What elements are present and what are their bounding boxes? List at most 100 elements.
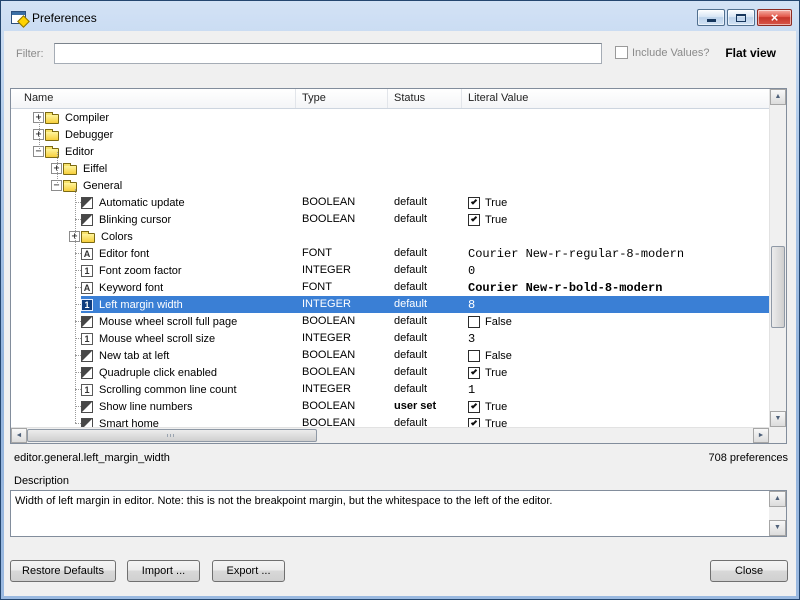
tree-row[interactable]: Smart homeBOOLEANdefaultTrue (11, 415, 769, 427)
vertical-scroll-thumb[interactable] (771, 246, 785, 329)
import-button[interactable]: Import ... (127, 560, 200, 582)
filter-input[interactable] (54, 43, 602, 64)
scroll-left-button[interactable]: ◄ (11, 428, 27, 443)
tree-row[interactable]: 1Left margin widthINTEGERdefault8 (11, 296, 769, 313)
pref-value: 1 (462, 381, 769, 398)
column-header-literal-value[interactable]: Literal Value (462, 89, 769, 108)
scroll-down-button[interactable]: ▼ (770, 411, 786, 427)
tree-row[interactable]: AEditor fontFONTdefaultCourier New-r-reg… (11, 245, 769, 262)
tree-rows: +Compiler+Debugger−Editor+Eiffel−General… (11, 109, 769, 427)
pref-value-text: Courier New-r-regular-8-modern (468, 247, 684, 261)
status-row: editor.general.left_margin_width 708 pre… (14, 452, 788, 468)
tree-row[interactable]: 1Font zoom factorINTEGERdefault0 (11, 262, 769, 279)
pref-value-text: True (485, 214, 507, 226)
pref-name-label: Smart home (97, 418, 161, 428)
tree-row[interactable]: +Compiler (11, 109, 769, 126)
pref-name-label: Eiffel (81, 163, 109, 175)
pref-name-label: Scrolling common line count (97, 384, 239, 396)
include-values-checkbox[interactable] (615, 46, 628, 59)
pref-value-text: True (485, 197, 507, 209)
checkbox-unchecked-icon[interactable] (468, 350, 480, 362)
check-mark-icon (471, 402, 477, 408)
close-icon: × (758, 10, 791, 25)
folder-icon (81, 233, 95, 243)
description-label: Description (14, 475, 69, 487)
preferences-window-icon (11, 11, 26, 24)
pref-name-label: Editor (63, 146, 96, 158)
pref-name-label: Font zoom factor (97, 265, 184, 277)
checkbox-checked-icon[interactable] (468, 401, 480, 413)
pref-value (462, 177, 769, 194)
pref-type (296, 160, 388, 177)
tree-row[interactable]: New tab at leftBOOLEANdefaultFalse (11, 347, 769, 364)
tree-indent (11, 364, 69, 381)
name-cell: 1Scrolling common line count (11, 381, 296, 398)
pref-value: Courier New-r-bold-8-modern (462, 279, 769, 296)
tree-row[interactable]: Mouse wheel scroll full pageBOOLEANdefau… (11, 313, 769, 330)
pref-type: BOOLEAN (296, 313, 388, 330)
minimize-button[interactable] (697, 9, 725, 26)
pref-status: default (388, 211, 462, 228)
pref-status: default (388, 296, 462, 313)
tree-row[interactable]: +Debugger (11, 126, 769, 143)
horizontal-scrollbar[interactable]: ◄ ► (11, 427, 769, 443)
description-scroll-track[interactable] (769, 507, 786, 520)
description-scroll-up-button[interactable]: ▲ (769, 491, 786, 507)
tree-indent (11, 398, 69, 415)
scroll-right-button[interactable]: ► (753, 428, 769, 443)
pref-value: False (462, 313, 769, 330)
tree-row[interactable]: Automatic updateBOOLEANdefaultTrue (11, 194, 769, 211)
pref-type: BOOLEAN (296, 398, 388, 415)
pref-status: default (388, 364, 462, 381)
selected-preference-path: editor.general.left_margin_width (14, 452, 170, 464)
close-button[interactable]: Close (710, 560, 788, 582)
scroll-up-button[interactable]: ▲ (770, 89, 786, 105)
pref-value-text: True (485, 367, 507, 379)
pref-name-label: Editor font (97, 248, 151, 260)
tree-row[interactable]: +Eiffel (11, 160, 769, 177)
include-values-label: Include Values? (632, 47, 709, 59)
tree-row[interactable]: +Colors (11, 228, 769, 245)
checkbox-checked-icon[interactable] (468, 418, 480, 428)
column-header-name[interactable]: Name (11, 89, 296, 108)
check-mark-icon (471, 368, 477, 374)
pref-status: user set (388, 398, 462, 415)
column-header-status[interactable]: Status (388, 89, 462, 108)
pref-type (296, 143, 388, 160)
pref-name-label: Left margin width (97, 299, 185, 311)
description-scrollbar[interactable]: ▲ ▼ (769, 491, 786, 536)
vertical-scroll-track[interactable] (770, 105, 786, 411)
restore-defaults-button[interactable]: Restore Defaults (10, 560, 116, 582)
tree-row[interactable]: 1Scrolling common line countINTEGERdefau… (11, 381, 769, 398)
checkbox-checked-icon[interactable] (468, 367, 480, 379)
tree-row[interactable]: Quadruple click enabledBOOLEANdefaultTru… (11, 364, 769, 381)
tree-row[interactable]: Show line numbersBOOLEANuser setTrue (11, 398, 769, 415)
tree-row[interactable]: AKeyword fontFONTdefaultCourier New-r-bo… (11, 279, 769, 296)
flat-view-button[interactable]: Flat view (725, 46, 776, 60)
pref-type: INTEGER (296, 296, 388, 313)
horizontal-scroll-track[interactable] (27, 428, 753, 443)
checkbox-unchecked-icon[interactable] (468, 316, 480, 328)
maximize-button[interactable] (727, 9, 755, 26)
horizontal-scroll-thumb[interactable] (27, 429, 317, 442)
description-scroll-down-button[interactable]: ▼ (769, 520, 786, 536)
tree-row[interactable]: −Editor (11, 143, 769, 160)
pref-value: True (462, 415, 769, 427)
tree-row[interactable]: −General (11, 177, 769, 194)
name-cell: 1Left margin width (11, 296, 296, 313)
pref-type: BOOLEAN (296, 347, 388, 364)
checkbox-checked-icon[interactable] (468, 214, 480, 226)
vertical-scrollbar[interactable]: ▲ ▼ (769, 89, 786, 427)
column-header-type[interactable]: Type (296, 89, 388, 108)
tree-row[interactable]: 1Mouse wheel scroll sizeINTEGERdefault3 (11, 330, 769, 347)
tree-indent (11, 313, 69, 330)
pref-value (462, 109, 769, 126)
export-button[interactable]: Export ... (212, 560, 285, 582)
close-window-button[interactable]: × (757, 9, 792, 26)
name-cell: −Editor (11, 143, 296, 160)
tree-row[interactable]: Blinking cursorBOOLEANdefaultTrue (11, 211, 769, 228)
font-icon: A (81, 282, 93, 294)
tree-indent (11, 211, 69, 228)
pref-status (388, 228, 462, 245)
checkbox-checked-icon[interactable] (468, 197, 480, 209)
